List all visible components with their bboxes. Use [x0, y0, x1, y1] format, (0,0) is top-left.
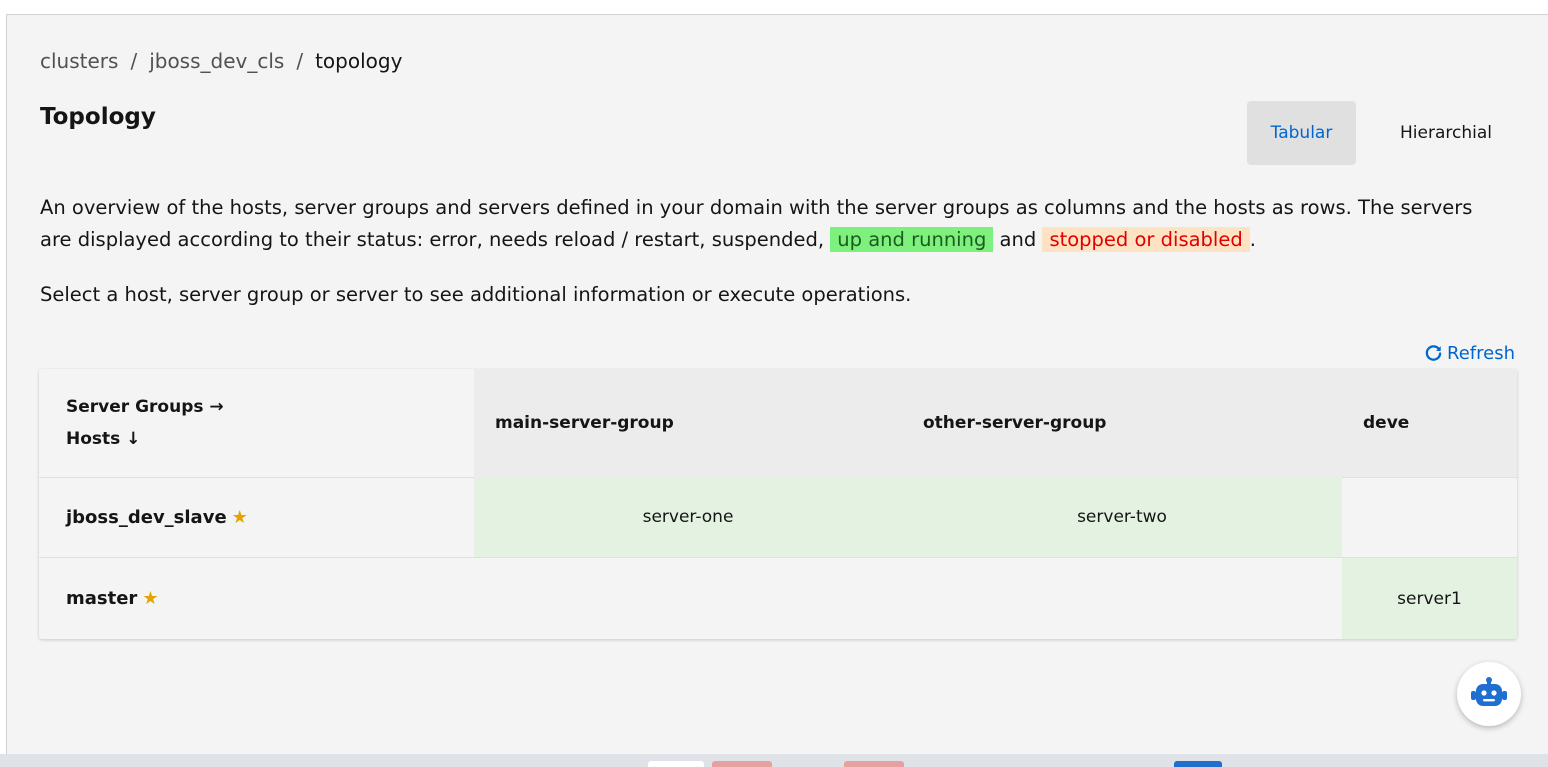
view-toggle: Tabular Hierarchial — [1247, 101, 1514, 165]
description-end: . — [1249, 228, 1256, 251]
host-name: jboss_dev_slave — [66, 506, 227, 528]
main-content: clusters / jboss_dev_cls / topology Topology… — [7, 15, 1548, 754]
hosts-axis-label: Hosts ↓ — [66, 429, 141, 449]
server-cell-server-two[interactable]: server-two — [902, 477, 1342, 557]
running-status-legend: up and running — [830, 227, 994, 252]
topology-table: Server Groups → Hosts ↓ main-server-grou… — [39, 369, 1517, 639]
server-group-main[interactable]: main-server-group — [474, 369, 902, 477]
server-group-other[interactable]: other-server-group — [902, 369, 1342, 477]
server-cell-empty — [1342, 477, 1517, 557]
host-master[interactable]: master ★ — [39, 558, 474, 639]
table-row: jboss_dev_slave ★ server-one server-two — [39, 477, 1517, 558]
stopped-status-legend: stopped or disabled — [1042, 227, 1250, 252]
refresh-icon — [1425, 345, 1442, 361]
taskbar — [0, 754, 1548, 767]
description-text: An overview of the hosts, server groups … — [40, 196, 1473, 251]
refresh-label: Refresh — [1447, 343, 1515, 364]
star-icon: ★ — [231, 506, 248, 528]
tabular-view-button[interactable]: Tabular — [1247, 101, 1356, 165]
server-groups-axis-label: Server Groups → — [66, 397, 224, 417]
host-name: master — [66, 588, 138, 609]
server-cell-server1[interactable]: server1 — [1342, 558, 1517, 639]
robot-icon — [1471, 677, 1507, 706]
table-header-row: Server Groups → Hosts ↓ main-server-grou… — [39, 369, 1517, 478]
breadcrumb-separator: / — [296, 49, 304, 73]
host-jboss-dev-slave[interactable]: jboss_dev_slave ★ — [39, 477, 474, 557]
table-corner-cell: Server Groups → Hosts ↓ — [39, 369, 474, 477]
left-edge — [0, 14, 7, 754]
table-row: master ★ server1 — [39, 558, 1517, 639]
taskbar-app[interactable] — [712, 761, 772, 767]
breadcrumb-separator: / — [130, 49, 138, 73]
breadcrumb: clusters / jboss_dev_cls / topology — [40, 49, 402, 73]
server-cell-empty — [474, 558, 902, 639]
server-cell-empty — [902, 558, 1342, 639]
refresh-button[interactable]: Refresh — [1424, 343, 1515, 364]
taskbar-app[interactable] — [648, 761, 704, 767]
server-group-deve[interactable]: deve — [1342, 369, 1517, 477]
assistant-button[interactable] — [1457, 662, 1521, 726]
server-cell-server-one[interactable]: server-one — [474, 477, 902, 557]
description-connector: and — [999, 228, 1037, 251]
topology-description: An overview of the hosts, server groups … — [40, 192, 1510, 256]
breadcrumb-item-clusters[interactable]: clusters — [40, 49, 118, 73]
app-window: clusters / jboss_dev_cls / topology Topology… — [0, 0, 1548, 767]
taskbar-app[interactable] — [844, 761, 904, 767]
breadcrumb-item-cluster[interactable]: jboss_dev_cls — [149, 49, 284, 73]
page-title: Topology — [40, 104, 156, 130]
star-icon: ★ — [142, 588, 159, 609]
taskbar-app[interactable] — [1174, 761, 1222, 767]
top-bar — [0, 0, 1548, 15]
hierarchial-view-button[interactable]: Hierarchial — [1378, 101, 1514, 165]
breadcrumb-item-current: topology — [315, 49, 403, 73]
topology-instructions: Select a host, server group or server to… — [40, 283, 912, 306]
